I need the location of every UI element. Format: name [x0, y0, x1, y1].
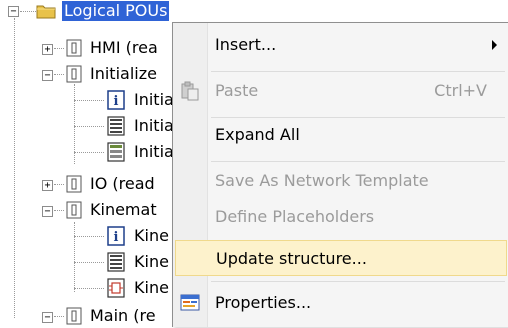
- menu-item-update-structure[interactable]: Update structure...: [175, 240, 507, 276]
- info-doc-icon: i: [107, 90, 125, 110]
- tree-item-label[interactable]: Kine: [132, 252, 171, 272]
- tree-root-row[interactable]: − Logical POUs: [0, 0, 200, 22]
- menu-separator: [211, 71, 505, 72]
- menu-item-expand-all[interactable]: Expand All: [175, 117, 507, 153]
- tree-item[interactable]: Initia: [0, 116, 174, 138]
- pou-folder-icon: [66, 175, 82, 193]
- tree-item[interactable]: i Initia: [0, 90, 174, 112]
- collapse-toggle[interactable]: −: [42, 206, 53, 217]
- tree-item[interactable]: + IO (read: [0, 174, 172, 196]
- menu-item-paste[interactable]: Paste Ctrl+V: [175, 73, 507, 109]
- svg-text:i: i: [114, 94, 119, 109]
- properties-icon: [180, 294, 200, 311]
- tree-item[interactable]: − Kinemat: [0, 200, 172, 222]
- tree-item[interactable]: Kine: [0, 278, 172, 300]
- menu-item-save-as-network-template[interactable]: Save As Network Template: [175, 163, 507, 199]
- tree-item[interactable]: − Initialize: [0, 64, 172, 86]
- pou-folder-icon: [66, 39, 82, 57]
- menu-item-insert[interactable]: Insert...: [175, 27, 507, 63]
- svg-text:i: i: [114, 230, 119, 245]
- function-block-icon: [107, 278, 125, 298]
- tree-item[interactable]: i Kine: [0, 226, 172, 248]
- tree-item-label[interactable]: HMI (rea: [88, 38, 160, 58]
- tree-item-label[interactable]: Kine: [132, 226, 171, 246]
- tree-item-label[interactable]: Initia: [132, 116, 176, 136]
- list-doc-icon: [107, 116, 125, 136]
- collapse-toggle[interactable]: −: [42, 312, 53, 323]
- info-doc-icon: i: [107, 226, 125, 246]
- diagram-doc-icon: [107, 142, 125, 162]
- tree-item-label[interactable]: Kinemat: [88, 200, 159, 220]
- tree-item-label[interactable]: Initia: [132, 142, 176, 162]
- list-doc-icon: [107, 252, 125, 272]
- menu-item-label: Expand All: [215, 125, 300, 144]
- tree-item-label[interactable]: Kine: [132, 278, 171, 298]
- menu-item-define-placeholders[interactable]: Define Placeholders: [175, 199, 507, 235]
- tree-item-label[interactable]: Initia: [132, 90, 176, 110]
- expand-toggle[interactable]: +: [42, 44, 53, 55]
- menu-separator: [211, 281, 505, 282]
- menu-item-shortcut: Ctrl+V: [434, 81, 487, 100]
- tree-item[interactable]: Initia: [0, 142, 174, 164]
- tree-item-label[interactable]: IO (read: [88, 174, 157, 194]
- tree-item-label[interactable]: Initialize: [88, 64, 159, 84]
- tree-root-label[interactable]: Logical POUs: [62, 1, 170, 21]
- menu-item-properties[interactable]: Properties...: [175, 285, 507, 321]
- menu-item-label: Save As Network Template: [215, 171, 429, 190]
- tree-item-label[interactable]: Main (re: [88, 306, 158, 326]
- folder-icon: [36, 5, 56, 19]
- menu-item-label: Properties...: [215, 293, 312, 312]
- pou-folder-icon: [66, 307, 82, 325]
- context-menu: Insert... Paste Ctrl+V Expand All Save A…: [172, 22, 508, 327]
- menu-item-label: Define Placeholders: [215, 207, 375, 226]
- collapse-toggle[interactable]: −: [42, 70, 53, 81]
- collapse-toggle[interactable]: −: [8, 6, 19, 17]
- menu-item-label: Paste: [215, 81, 259, 100]
- submenu-arrow-icon: [492, 40, 497, 50]
- pou-folder-icon: [66, 65, 82, 83]
- pou-folder-icon: [66, 201, 82, 219]
- tree-item[interactable]: Kine: [0, 252, 172, 274]
- menu-separator: [211, 161, 505, 162]
- menu-item-label: Update structure...: [216, 249, 367, 268]
- menu-item-label: Insert...: [215, 35, 277, 54]
- paste-icon: [181, 81, 199, 101]
- expand-toggle[interactable]: +: [42, 180, 53, 191]
- tree-item[interactable]: + HMI (rea: [0, 38, 172, 60]
- tree-item[interactable]: − Main (re: [0, 306, 172, 328]
